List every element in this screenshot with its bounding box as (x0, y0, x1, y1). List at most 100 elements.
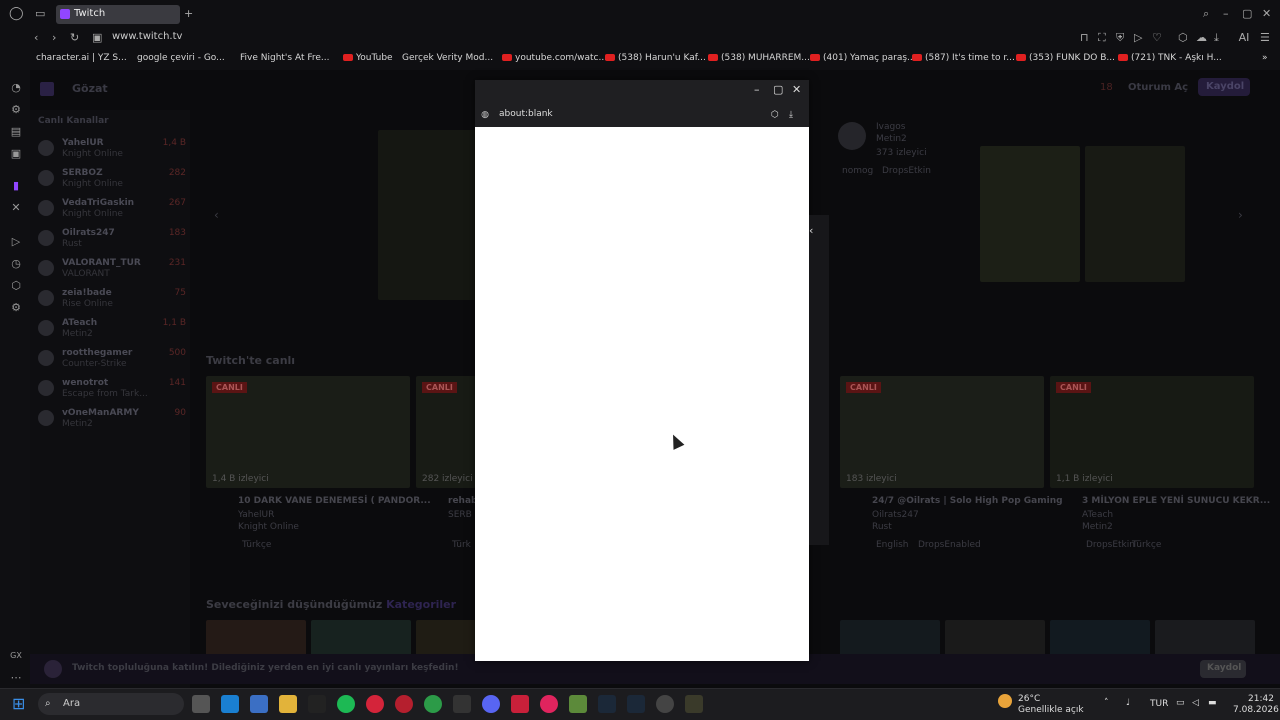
file-explorer-icon[interactable] (279, 695, 297, 713)
bookmark-item[interactable]: youtube.com/watc... (502, 53, 607, 63)
carousel-prev-icon[interactable]: ‹ (214, 208, 219, 222)
weather-text[interactable]: Genellikle açık (1018, 705, 1084, 715)
pin-icon[interactable]: ⊓ (1080, 32, 1089, 44)
language-indicator[interactable]: TUR (1150, 699, 1168, 709)
login-button[interactable]: Oturum Aç (1128, 82, 1188, 93)
twitch-logo-icon[interactable] (40, 82, 54, 96)
bookmark-item[interactable]: (401) Yamaç paraş... (810, 53, 916, 63)
popup-close-icon[interactable]: ✕ (792, 84, 801, 96)
snapshot-icon[interactable]: ⛶ (1098, 32, 1106, 44)
bookmark-item[interactable]: Gerçek Verity Mod... (402, 53, 493, 63)
volume-icon[interactable]: ◁ (1192, 698, 1199, 708)
opera-icon[interactable] (395, 695, 413, 713)
opera-gx-icon[interactable] (540, 695, 558, 713)
messenger-icon[interactable]: ▣ (10, 148, 22, 160)
stream-tag[interactable]: English (876, 540, 909, 550)
valorant-icon[interactable] (366, 695, 384, 713)
bookmark-item[interactable]: (353) FUNK DO B... (1016, 53, 1115, 63)
gx-cleaner-icon[interactable]: ▤ (10, 126, 22, 138)
game-app-icon[interactable] (685, 695, 703, 713)
stream-channel[interactable]: Oilrats247 (872, 510, 919, 520)
stream-title[interactable]: rehab (448, 496, 477, 506)
stream-tag[interactable]: Türkçe (1132, 540, 1161, 550)
stream-channel[interactable]: YahelUR (238, 510, 274, 520)
featured-tag[interactable]: nomog (842, 166, 873, 176)
popup-extensions-icon[interactable]: ⬡ (771, 109, 779, 121)
stream-tag[interactable]: Türkçe (242, 540, 271, 550)
stream-game[interactable]: Rust (872, 522, 892, 532)
task-view-icon[interactable] (192, 695, 210, 713)
extensions-side-icon[interactable]: ⬡ (10, 280, 22, 292)
url-text[interactable]: www.twitch.tv (112, 31, 182, 42)
search-icon[interactable]: ⌕ (1203, 8, 1209, 20)
cloud-icon[interactable]: ☁ (1196, 32, 1207, 44)
footer-signup-button[interactable]: Kaydol (1200, 660, 1246, 678)
settings-icon[interactable]: ⚙ (10, 302, 22, 314)
gx-label[interactable]: GX (10, 650, 22, 662)
bookmark-item[interactable]: YouTube (343, 53, 393, 63)
taskbar-search[interactable]: ⌕ Ara (38, 693, 184, 715)
heart-icon[interactable]: ♡ (1152, 32, 1162, 44)
twitch-icon[interactable]: ▮ (10, 180, 22, 192)
bookmarks-more-icon[interactable]: » (1262, 53, 1268, 63)
featured-tag[interactable]: DropsEtkin (882, 166, 931, 176)
windows-start-icon[interactable]: ⊞ (12, 695, 30, 713)
edge-icon[interactable] (221, 695, 239, 713)
epic-games-icon[interactable] (453, 695, 471, 713)
steam-alt-icon[interactable] (627, 695, 645, 713)
chevron-left-icon[interactable]: ‹ (809, 225, 813, 237)
menu-lines-icon[interactable]: ☰ (1260, 32, 1270, 44)
signup-button[interactable]: Kaydol (1198, 78, 1250, 96)
gx-control-icon[interactable]: ⚙ (10, 104, 22, 116)
popup-blank-content[interactable] (475, 127, 809, 661)
steam-icon[interactable] (598, 695, 616, 713)
back-icon[interactable]: ‹ (34, 32, 38, 44)
spotify-icon[interactable] (337, 695, 355, 713)
stream-game[interactable]: Metin2 (1082, 522, 1113, 532)
popup-download-icon[interactable]: ⤓ (789, 109, 793, 121)
forward-icon[interactable]: › (52, 32, 56, 44)
adblock-shield-icon[interactable]: ⛨ (1116, 32, 1124, 44)
stream-channel[interactable]: ATeach (1082, 510, 1113, 520)
stream-tag[interactable]: DropsEtkin (1086, 540, 1135, 550)
ai-button[interactable]: AI (1234, 32, 1254, 44)
stream-title[interactable]: 10 DARK VANE DENEMESİ ( PANDOR... (238, 496, 431, 506)
browse-link[interactable]: Gözat (72, 82, 108, 95)
stream-tag[interactable]: DropsEnabled (918, 540, 981, 550)
carousel-next-icon[interactable]: › (1238, 208, 1243, 222)
close-window-icon[interactable]: ✕ (1262, 8, 1271, 20)
microphone-icon[interactable]: ♩ (1126, 698, 1130, 708)
carousel-thumb[interactable] (1085, 146, 1185, 282)
store-icon[interactable] (250, 695, 268, 713)
download-icon[interactable]: ⤓ (1214, 32, 1219, 44)
categories-link[interactable]: Kategoriler (386, 598, 456, 611)
more-dots-icon[interactable]: ⋯ (10, 672, 22, 684)
stream-title[interactable]: 24/7 @Oilrats | Solo High Pop Gaming (872, 496, 1063, 506)
stream-tag[interactable]: Türk (452, 540, 471, 550)
extensions-icon[interactable]: ⬡ (1178, 32, 1188, 44)
obs-icon[interactable] (656, 695, 674, 713)
x-twitter-icon[interactable]: ✕ (10, 202, 22, 214)
clock-time[interactable]: 21:42 (1248, 694, 1274, 704)
app-red-icon[interactable] (511, 695, 529, 713)
popup-titlebar[interactable]: – ▢ ✕ (475, 80, 809, 100)
stream-game[interactable]: Knight Online (238, 522, 299, 532)
minecraft-icon[interactable] (569, 695, 587, 713)
tab-twitch[interactable]: Twitch (56, 5, 180, 24)
bookmark-item[interactable]: (538) MUHARREM... (708, 53, 810, 63)
minimize-icon[interactable]: – (1223, 8, 1229, 20)
bookmark-item[interactable]: (721) TNK - Aşkı H... (1118, 53, 1222, 63)
popup-url[interactable]: about:blank (499, 109, 553, 119)
featured-name[interactable]: Ivagos (876, 122, 905, 132)
history-icon[interactable]: ◷ (10, 258, 22, 270)
discord-icon[interactable] (482, 695, 500, 713)
battery-icon[interactable]: ▬ (1208, 698, 1217, 708)
speed-dial-icon[interactable]: ◔ (10, 82, 22, 94)
new-tab-plus-icon[interactable]: + (184, 8, 193, 20)
bookmark-item[interactable]: character.ai | YZ S... (36, 53, 127, 63)
bookmark-item[interactable]: Five Night's At Fre... (240, 53, 329, 63)
opera-gx-logo-icon[interactable]: ◯ (9, 7, 24, 20)
clock-date[interactable]: 7.08.2026 (1233, 705, 1279, 715)
player-icon[interactable]: ▷ (10, 236, 22, 248)
featured-game[interactable]: Metin2 (876, 134, 907, 144)
